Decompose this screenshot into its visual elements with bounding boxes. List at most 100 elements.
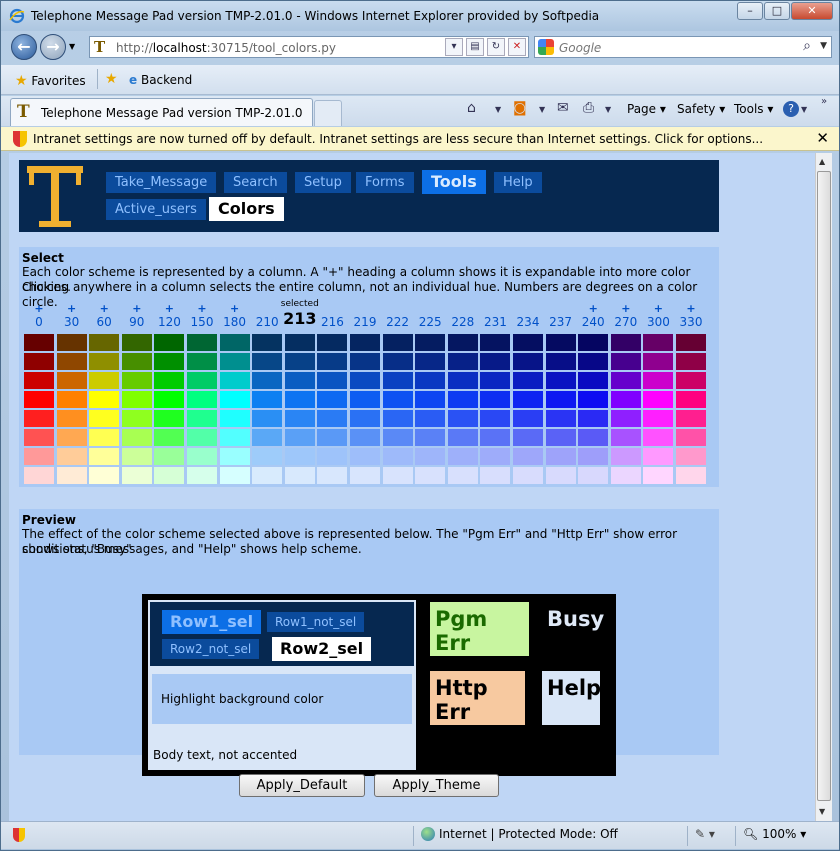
- color-cell[interactable]: [219, 429, 250, 446]
- color-cell[interactable]: [187, 353, 217, 370]
- color-cell[interactable]: [284, 353, 315, 370]
- color-cell[interactable]: [252, 448, 283, 465]
- color-cell[interactable]: [447, 429, 478, 446]
- color-cell[interactable]: [317, 467, 348, 484]
- color-cell[interactable]: [480, 372, 511, 389]
- color-cell[interactable]: [219, 334, 250, 351]
- backend-link[interactable]: e Backend: [129, 73, 192, 87]
- color-cell[interactable]: [578, 353, 609, 370]
- stop-icon[interactable]: ✕: [508, 38, 526, 56]
- color-cell[interactable]: [513, 391, 543, 408]
- color-cell[interactable]: [284, 391, 315, 408]
- color-cell[interactable]: [513, 429, 543, 446]
- color-cell[interactable]: [89, 372, 120, 389]
- color-cell[interactable]: [676, 353, 706, 370]
- help-icon[interactable]: ?: [783, 101, 799, 117]
- color-cell[interactable]: [610, 410, 641, 427]
- color-cell[interactable]: [154, 372, 185, 389]
- color-cell[interactable]: [187, 391, 217, 408]
- color-cell[interactable]: [56, 334, 87, 351]
- feeds-icon[interactable]: ◙: [513, 100, 527, 116]
- color-cell[interactable]: [643, 334, 674, 351]
- menu-tools[interactable]: Tools: [422, 170, 486, 194]
- color-cell[interactable]: [350, 391, 380, 408]
- color-cell[interactable]: [578, 467, 609, 484]
- help-dropdown-icon[interactable]: ▼: [801, 105, 807, 114]
- color-cell[interactable]: [121, 448, 152, 465]
- color-cell[interactable]: [415, 448, 446, 465]
- color-cell[interactable]: [480, 448, 511, 465]
- color-cell[interactable]: [382, 467, 413, 484]
- color-cell[interactable]: [415, 353, 446, 370]
- color-cell[interactable]: [480, 353, 511, 370]
- apply-default-button[interactable]: Apply_Default: [239, 774, 365, 797]
- color-cell[interactable]: [121, 391, 152, 408]
- home-dropdown-icon[interactable]: ▼: [495, 105, 501, 114]
- color-cell[interactable]: [447, 391, 478, 408]
- color-cell[interactable]: [676, 467, 706, 484]
- status-shield-icon[interactable]: [13, 828, 25, 842]
- color-cell[interactable]: [154, 334, 185, 351]
- color-cell[interactable]: [317, 448, 348, 465]
- color-cell[interactable]: [643, 448, 674, 465]
- color-cell[interactable]: [187, 429, 217, 446]
- color-cell[interactable]: [350, 429, 380, 446]
- color-cell[interactable]: [317, 391, 348, 408]
- color-cell[interactable]: [643, 429, 674, 446]
- color-cell[interactable]: [284, 410, 315, 427]
- color-cell[interactable]: [121, 353, 152, 370]
- color-cell[interactable]: [676, 429, 706, 446]
- color-cell[interactable]: [447, 410, 478, 427]
- color-cell[interactable]: [187, 448, 217, 465]
- color-cell[interactable]: [154, 410, 185, 427]
- color-cell[interactable]: [24, 353, 54, 370]
- color-cell[interactable]: [382, 372, 413, 389]
- print-dropdown-icon[interactable]: ▼: [605, 105, 611, 114]
- search-icon[interactable]: ⌕: [803, 38, 811, 54]
- color-cell[interactable]: [56, 429, 87, 446]
- feeds-dropdown-icon[interactable]: ▼: [539, 105, 545, 114]
- color-cell[interactable]: [219, 372, 250, 389]
- color-cell[interactable]: [284, 448, 315, 465]
- color-cell[interactable]: [121, 467, 152, 484]
- color-cell[interactable]: [56, 410, 87, 427]
- apply-theme-button[interactable]: Apply_Theme: [374, 774, 499, 797]
- color-cell[interactable]: [513, 410, 543, 427]
- zoom-level[interactable]: 🔍︎ 100% ▾: [743, 827, 806, 841]
- color-cell[interactable]: [545, 410, 576, 427]
- color-cell[interactable]: [56, 467, 87, 484]
- color-cell[interactable]: [252, 467, 283, 484]
- color-cell[interactable]: [676, 391, 706, 408]
- color-cell[interactable]: [676, 372, 706, 389]
- color-cell[interactable]: [447, 353, 478, 370]
- color-cell[interactable]: [480, 429, 511, 446]
- color-cell[interactable]: [545, 372, 576, 389]
- menu-setup[interactable]: Setup: [295, 172, 351, 193]
- compatibility-view-icon[interactable]: ▤: [466, 38, 484, 56]
- color-cell[interactable]: [252, 353, 283, 370]
- color-cell[interactable]: [24, 448, 54, 465]
- color-cell[interactable]: [121, 372, 152, 389]
- color-cell[interactable]: [610, 429, 641, 446]
- color-cell[interactable]: [643, 467, 674, 484]
- color-cell[interactable]: [382, 334, 413, 351]
- color-cell[interactable]: [382, 391, 413, 408]
- color-cell[interactable]: [284, 429, 315, 446]
- color-cell[interactable]: [317, 353, 348, 370]
- menu-forms[interactable]: Forms: [356, 172, 414, 193]
- maximize-button[interactable]: □: [764, 2, 790, 20]
- color-cell[interactable]: [676, 410, 706, 427]
- color-cell[interactable]: [382, 429, 413, 446]
- color-cell[interactable]: [350, 372, 380, 389]
- color-cell[interactable]: [447, 334, 478, 351]
- color-cell[interactable]: [578, 448, 609, 465]
- color-cell[interactable]: [89, 429, 120, 446]
- color-cell[interactable]: [219, 353, 250, 370]
- color-cell[interactable]: [415, 467, 446, 484]
- color-cell[interactable]: [480, 410, 511, 427]
- security-zone[interactable]: Internet | Protected Mode: Off: [421, 827, 618, 841]
- chevron-more-icon[interactable]: »: [821, 96, 827, 107]
- color-cell[interactable]: [350, 410, 380, 427]
- color-cell[interactable]: [545, 353, 576, 370]
- color-cell[interactable]: [24, 410, 54, 427]
